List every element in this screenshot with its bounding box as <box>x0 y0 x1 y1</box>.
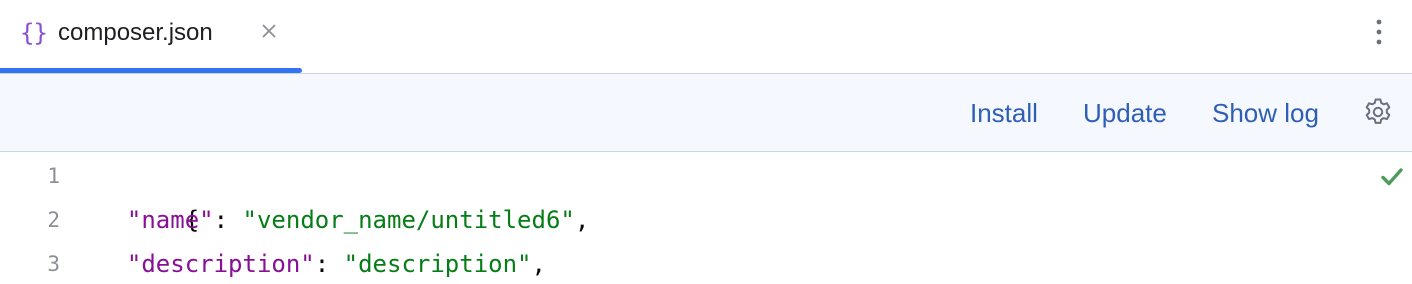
check-icon[interactable] <box>1380 166 1404 188</box>
install-button[interactable]: Install <box>970 96 1038 130</box>
code-token: , <box>574 206 590 234</box>
gear-icon[interactable] <box>1362 96 1394 128</box>
code-editor[interactable]: 1 2 3 { "name": "vendor_name/untitled6",… <box>0 152 1412 284</box>
code-token: : <box>314 250 344 278</box>
json-key: "description" <box>126 250 315 278</box>
code-token: : <box>213 206 243 234</box>
json-string-value: "description" <box>343 250 532 278</box>
json-key: "name" <box>126 206 214 234</box>
line-number: 1 <box>47 164 60 188</box>
editor-window: {} composer.json Install Update Show log <box>0 0 1412 284</box>
json-braces-icon: {} <box>20 19 48 47</box>
line-number: 2 <box>47 208 60 232</box>
close-icon[interactable] <box>260 22 278 40</box>
tab-composer-json[interactable]: {} composer.json <box>0 0 302 74</box>
code-line[interactable]: "description": "description", <box>98 242 546 284</box>
update-button[interactable]: Update <box>1083 96 1167 130</box>
line-number-gutter: 1 2 3 <box>0 152 92 284</box>
code-token: , <box>531 250 546 278</box>
line-number: 3 <box>47 252 60 276</box>
tab-label: composer.json <box>58 19 213 46</box>
tab-bar: {} composer.json <box>0 0 1412 74</box>
json-string-value: "vendor_name/untitled6" <box>242 206 575 234</box>
active-tab-indicator <box>0 68 302 73</box>
composer-toolbar: Install Update Show log <box>0 74 1412 152</box>
show-log-button[interactable]: Show log <box>1212 96 1319 130</box>
more-options-icon[interactable] <box>1368 16 1390 48</box>
code-line[interactable]: "name": "vendor_name/untitled6", <box>98 198 589 242</box>
